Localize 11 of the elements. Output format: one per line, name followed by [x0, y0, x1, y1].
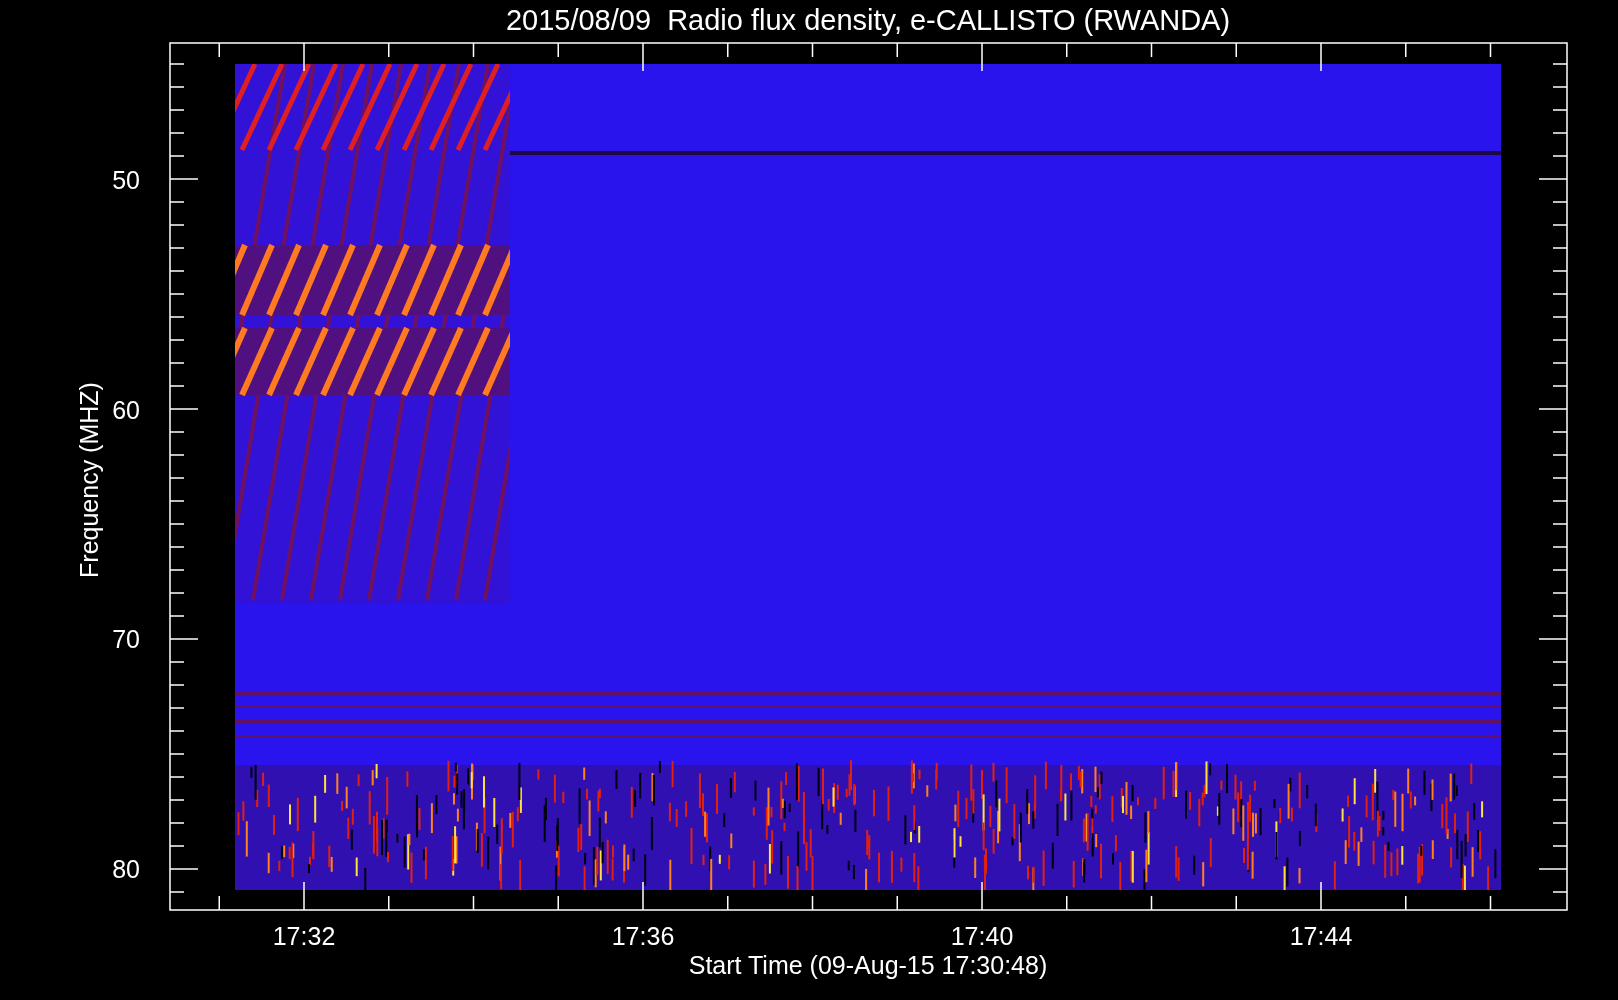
axis-title: Start Time (09-Aug-15 17:30:48)	[688, 951, 1048, 979]
tick-label: 17:36	[611, 922, 675, 950]
axis-title: Frequency (MHZ)	[75, 382, 103, 578]
tick-label: 17:44	[1289, 922, 1353, 950]
tick-label: 17:32	[272, 922, 336, 950]
tick-label: 17:40	[950, 922, 1014, 950]
tick-label: 70	[112, 625, 140, 654]
chart-title: 2015/08/09 Radio flux density, e-CALLISTO (RWANDA)	[505, 4, 1231, 36]
tick-label: 80	[112, 855, 140, 884]
tick-label: 60	[112, 395, 140, 424]
tick-label: 50	[112, 166, 140, 194]
